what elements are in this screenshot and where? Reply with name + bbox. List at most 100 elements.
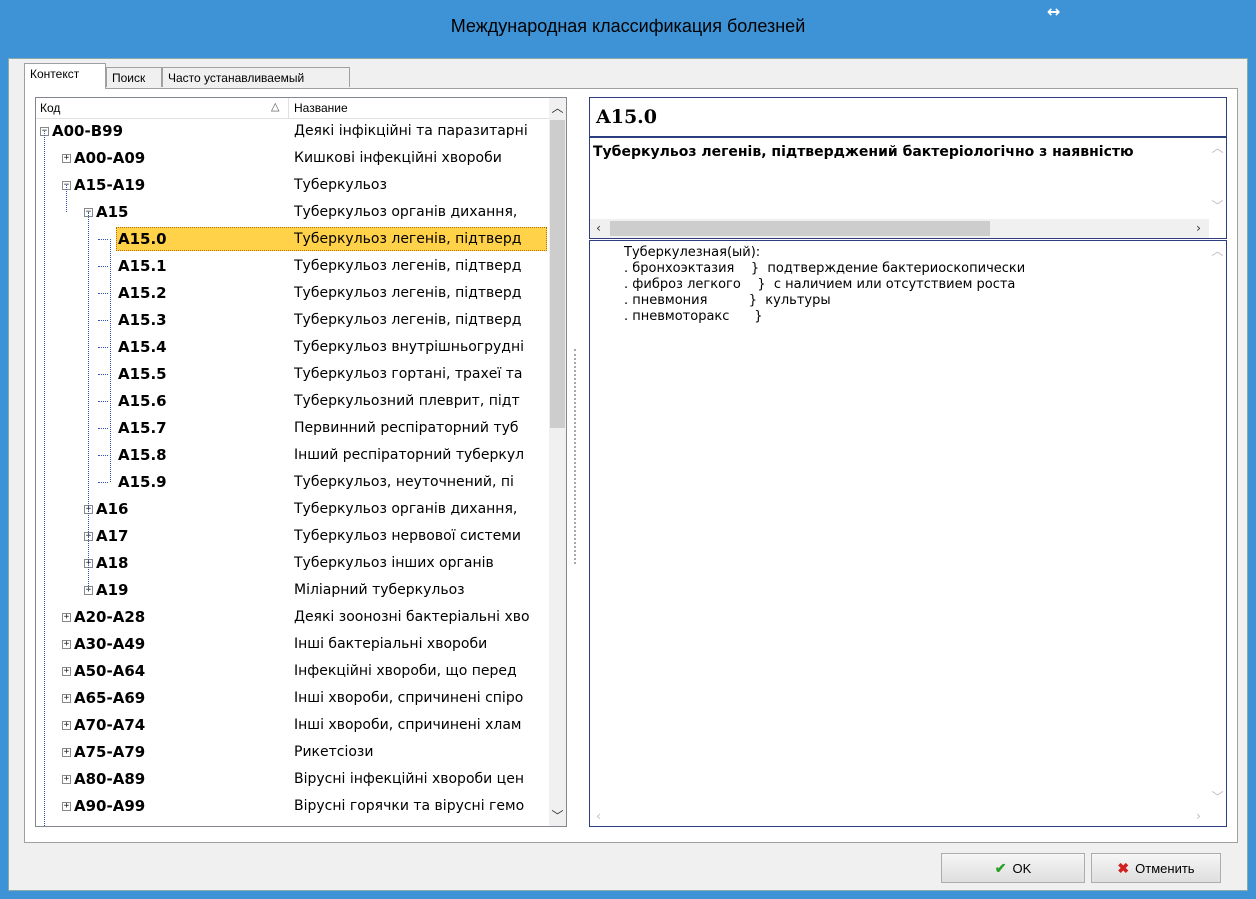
scroll-left-icon[interactable]: ‹ [590, 807, 607, 826]
scroll-down-icon[interactable]: ﹀ [1209, 196, 1226, 216]
tree-connector [98, 347, 108, 348]
row-name: Міліарний туберкульоз [294, 582, 465, 598]
title-bar[interactable]: Международная классификация болезней ↔ [0, 0, 1256, 60]
tree-row[interactable]: + A16 Туберкульоз органів дихання, [36, 496, 549, 523]
expand-icon[interactable]: + [62, 802, 71, 811]
tree-row[interactable]: + A70-A74 Інші хвороби, спричинені хлам [36, 712, 549, 739]
tree-row[interactable]: A15.8 Інший респіраторний туберкул [36, 442, 549, 469]
tree-row[interactable]: + A90-A99 Вірусні горячки та вірусні гемо [36, 793, 549, 820]
row-name: Туберкульоз [294, 177, 387, 193]
tab-search[interactable]: Поиск [106, 67, 162, 87]
row-name: Туберкульоз органів дихання, [294, 501, 518, 517]
description-vertical-scrollbar[interactable]: ︿ ﹀ [1209, 241, 1226, 807]
row-code: A15.2 [118, 284, 167, 302]
scroll-right-icon[interactable]: › [1190, 807, 1207, 826]
tree-row[interactable]: − A15-A19 Туберкульоз [36, 172, 549, 199]
row-code: A15-A19 [74, 176, 146, 194]
column-header-code[interactable]: Код [40, 101, 60, 115]
row-name: Вірусні інфекційні хвороби цен [294, 771, 524, 787]
tree-row[interactable]: A15.4 Туберкульоз внутрішньогрудні [36, 334, 549, 361]
scroll-up-icon[interactable]: ︿ [1209, 241, 1226, 261]
tab-frequent[interactable]: Часто устанавливаемый [162, 67, 350, 87]
cancel-button-label: Отменить [1135, 861, 1195, 876]
row-code: A18 [96, 554, 129, 572]
tree-row[interactable]: + A50-A64 Інфекційні хвороби, що перед [36, 658, 549, 685]
column-divider[interactable] [288, 98, 289, 118]
expand-icon[interactable]: + [62, 748, 71, 757]
row-code: A15 [96, 203, 129, 221]
tree-row[interactable]: A15.6 Туберкульозний плеврит, підт [36, 388, 549, 415]
tree-connector [98, 455, 108, 456]
row-name: Туберкульоз, неуточнений, пі [294, 474, 514, 490]
row-name: Туберкульоз гортані, трахеї та [294, 366, 523, 382]
row-name: Рикетсіози [294, 744, 374, 760]
tree-row[interactable]: A15.7 Первинний респіраторний туб [36, 415, 549, 442]
row-name: Інший респіраторний туберкул [294, 447, 525, 463]
scroll-down-icon[interactable]: ﹀ [1209, 787, 1226, 807]
description-horizontal-scrollbar[interactable]: ‹ › [590, 807, 1209, 826]
scroll-up-icon[interactable]: ︿ [549, 98, 566, 118]
row-name: Туберкульоз інших органів [294, 555, 494, 571]
tree-row[interactable]: + A00-A09 Кишкові інфекційні хвороби [36, 145, 549, 172]
detail-code-box: A15.0 [589, 97, 1227, 137]
cancel-button[interactable]: ✖ Отменить [1091, 853, 1221, 883]
scroll-down-icon[interactable]: ﹀ [549, 806, 566, 826]
tree-row[interactable]: A15.3 Туберкульоз легенів, підтверд [36, 307, 549, 334]
dialog-window: Международная классификация болезней ↔ К… [0, 0, 1256, 899]
tree-connector [88, 212, 89, 590]
expand-icon[interactable]: + [62, 613, 71, 622]
ok-button-label: OK [1012, 861, 1032, 876]
tree-row[interactable]: + A75-A79 Рикетсіози [36, 739, 549, 766]
row-code: A15.4 [118, 338, 167, 356]
tree-row[interactable]: + A17 Туберкульоз нервової системи [36, 523, 549, 550]
tree-row[interactable]: − A00-B99 Деякі інфікційні та паразитарні [36, 118, 549, 145]
name-horizontal-scrollbar[interactable]: ‹ › [590, 219, 1209, 238]
scroll-right-icon[interactable]: › [1190, 219, 1207, 238]
name-vertical-scrollbar[interactable]: ︿ ﹀ [1209, 138, 1226, 217]
tree-row[interactable]: A15.2 Туберкульоз легенів, підтверд [36, 280, 549, 307]
row-name: Інші бактеріальні хвороби [294, 636, 488, 652]
scroll-up-icon[interactable]: ︿ [1209, 138, 1226, 158]
tree-row[interactable]: A15.1 Туберкульоз легенів, підтверд [36, 253, 549, 280]
row-name: Туберкульоз легенів, підтверд [294, 258, 522, 274]
tab-context[interactable]: Контекст [24, 63, 106, 89]
tree-row[interactable]: − A15 Туберкульоз органів дихання, [36, 199, 549, 226]
window-title: Международная классификация болезней [450, 16, 806, 36]
row-name: Туберкульоз органів дихання, [294, 204, 518, 220]
ok-button[interactable]: ✔ OK [941, 853, 1085, 883]
tree-row[interactable]: + A18 Туберкульоз інших органів [36, 550, 549, 577]
expand-icon[interactable]: + [62, 775, 71, 784]
row-code: A80-A89 [74, 770, 146, 788]
context-tab-panel: Код △ Название − A00-B99 Деякі інфікційні … [24, 88, 1238, 843]
row-code: A17 [96, 527, 129, 545]
row-name: Туберкульоз легенів, підтверд [294, 231, 522, 247]
detail-description-box[interactable]: Туберкулезная(ый):. бронхоэктазия } подт… [589, 240, 1227, 827]
expand-icon[interactable]: + [62, 694, 71, 703]
tree-vertical-scrollbar[interactable]: ︿ ﹀ [549, 98, 566, 826]
row-name: Кишкові інфекційні хвороби [294, 150, 502, 166]
tree-row[interactable]: + A19 Міліарний туберкульоз [36, 577, 549, 604]
row-code: A20-A28 [74, 608, 146, 626]
row-code: A30-A49 [74, 635, 146, 653]
tree-row[interactable]: + A65-A69 Інші хвороби, спричинені спіро [36, 685, 549, 712]
tree-row[interactable]: + A30-A49 Інші бактеріальні хвороби [36, 631, 549, 658]
expand-icon[interactable]: + [62, 667, 71, 676]
expand-icon[interactable]: + [62, 640, 71, 649]
tree-row[interactable]: A15.0 Туберкульоз легенів, підтверд [36, 226, 549, 253]
tree-row[interactable]: + A20-A28 Деякі зоонозні бактеріальні хво [36, 604, 549, 631]
row-name: Інші хвороби, спричинені спіро [294, 690, 524, 706]
icd-tree[interactable]: Код △ Название − A00-B99 Деякі інфікційні … [35, 97, 567, 827]
tree-row[interactable]: A15.5 Туберкульоз гортані, трахеї та [36, 361, 549, 388]
tree-row[interactable]: + A80-A89 Вірусні інфекційні хвороби цен [36, 766, 549, 793]
tree-connector [98, 239, 108, 240]
expand-icon[interactable]: + [62, 154, 71, 163]
scroll-left-icon[interactable]: ‹ [590, 219, 607, 238]
scroll-thumb[interactable] [610, 221, 990, 236]
column-header-name[interactable]: Название [294, 101, 348, 115]
scroll-thumb[interactable] [550, 120, 565, 428]
detail-name-box[interactable]: Туберкульоз легенів, підтверджений бакте… [589, 137, 1227, 239]
row-code: A15.6 [118, 392, 167, 410]
tree-row[interactable]: A15.9 Туберкульоз, неуточнений, пі [36, 469, 549, 496]
pane-splitter[interactable] [574, 349, 580, 564]
expand-icon[interactable]: + [62, 721, 71, 730]
